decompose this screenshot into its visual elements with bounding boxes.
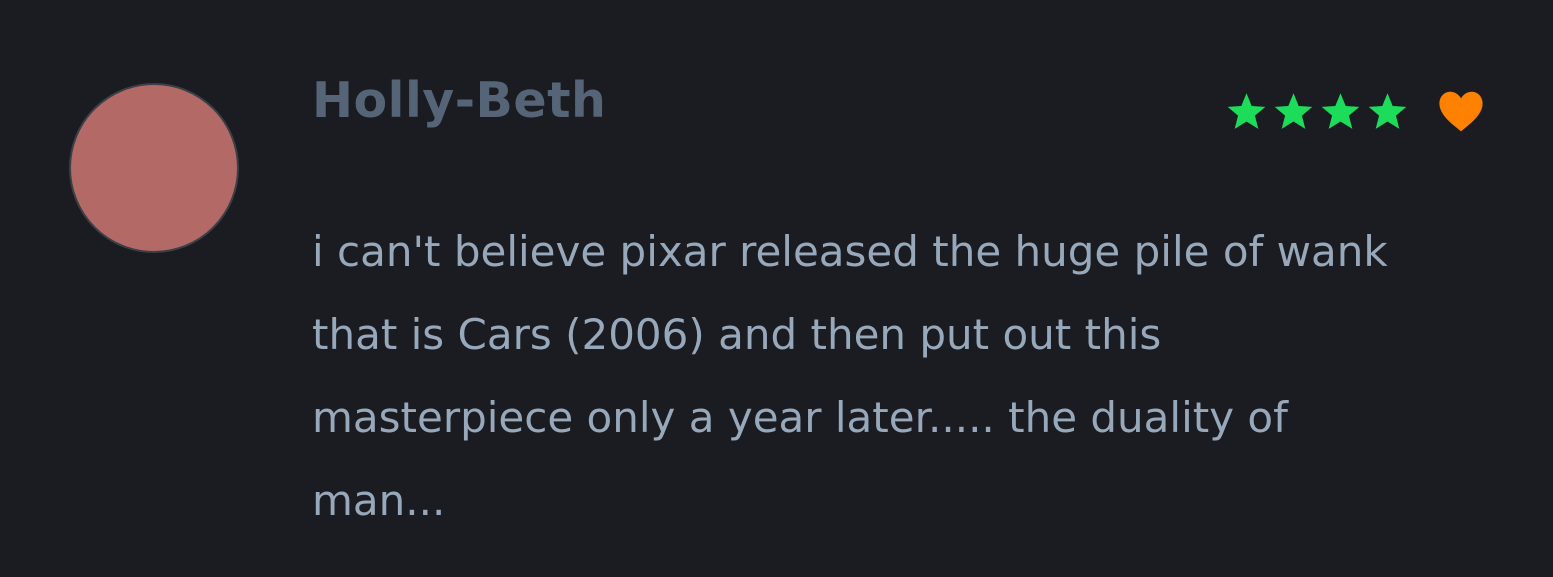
star-icon xyxy=(1274,92,1313,129)
review-card: Holly-Beth i can't believe pixar release… xyxy=(0,0,1553,577)
review-text: i can't believe pixar released the huge … xyxy=(312,227,1388,525)
star-icon xyxy=(1321,92,1360,129)
heart-icon xyxy=(1439,91,1483,132)
star-icon xyxy=(1227,92,1266,129)
avatar[interactable] xyxy=(69,83,239,253)
star-icon xyxy=(1368,92,1407,129)
review-author[interactable]: Holly-Beth xyxy=(312,72,606,129)
star-rating xyxy=(1225,86,1485,136)
